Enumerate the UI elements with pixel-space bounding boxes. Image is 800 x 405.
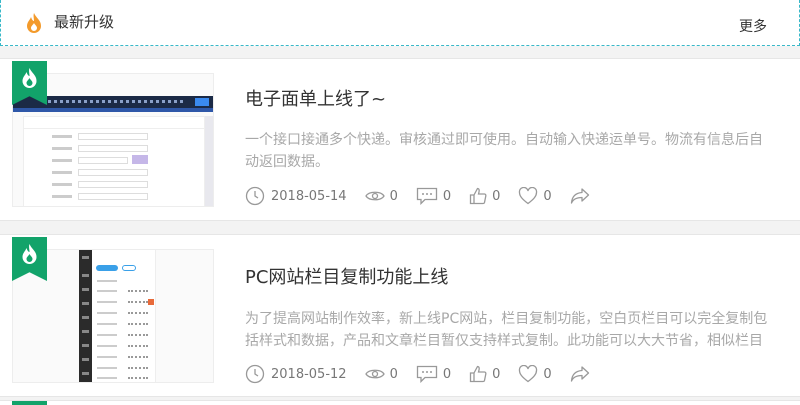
clock-icon [245,186,265,206]
section-title: 最新升级 [54,13,115,31]
comment-icon [416,187,437,205]
flame-icon [22,244,37,264]
heart-icon [519,187,538,205]
thumbnail-list [92,250,156,382]
comment-button[interactable]: 0 [416,187,451,205]
views-count: 0 [364,366,398,382]
post-title[interactable]: 电子面单上线了~ [245,85,386,111]
post-description: 一个接口接通多个快递。审核通过即可使用。自动输入快递运单号。物流有信息后自动返回… [245,132,763,170]
flame-icon [27,13,41,33]
thumbnail-sidebar [79,250,92,382]
comment-icon [416,365,437,383]
post-card[interactable]: PC网站栏目复制功能上线 为了提高网站制作效率，新上线PC网站，栏目复制功能，空… [0,234,800,397]
share-icon [570,188,589,204]
heart-icon [519,365,538,383]
thumbs-up-icon [469,365,487,383]
post-description: 为了提高网站制作效率，新上线PC网站，栏目复制功能，空白页栏目可以完全复制包括样… [245,311,768,349]
eye-icon [364,191,385,201]
thumbs-up-icon [469,187,487,205]
comment-button[interactable]: 0 [416,365,451,383]
post-card[interactable]: 电子面单上线了~ 一个接口接通多个快递。审核通过即可使用。自动输入快递运单号。物… [0,58,800,221]
post-card-partial [0,400,800,405]
share-button[interactable] [570,365,595,383]
post-meta: 2018-05-14 0 0 0 0 [245,185,613,207]
more-link[interactable]: 更多 [739,16,767,36]
share-button[interactable] [570,187,595,205]
section-header: 最新升级 更多 [0,0,800,46]
like-button[interactable]: 0 [469,187,500,205]
favorite-button[interactable]: 0 [518,365,552,383]
post-title[interactable]: PC网站栏目复制功能上线 [245,263,448,289]
like-button[interactable]: 0 [469,365,500,383]
share-icon [570,366,589,382]
flame-icon [22,68,37,88]
post-date: 2018-05-12 [245,364,347,384]
thumbnail-form [23,116,205,206]
post-date: 2018-05-14 [245,186,347,206]
clock-icon [245,364,265,384]
page: 最新升级 更多 电子面单上线了~ 一个接口接通多个快递。审核通过即可使用。自动输… [0,0,800,405]
views-count: 0 [364,188,398,204]
post-meta: 2018-05-12 0 0 0 0 [245,363,613,385]
eye-icon [364,369,385,379]
favorite-button[interactable]: 0 [518,187,552,205]
